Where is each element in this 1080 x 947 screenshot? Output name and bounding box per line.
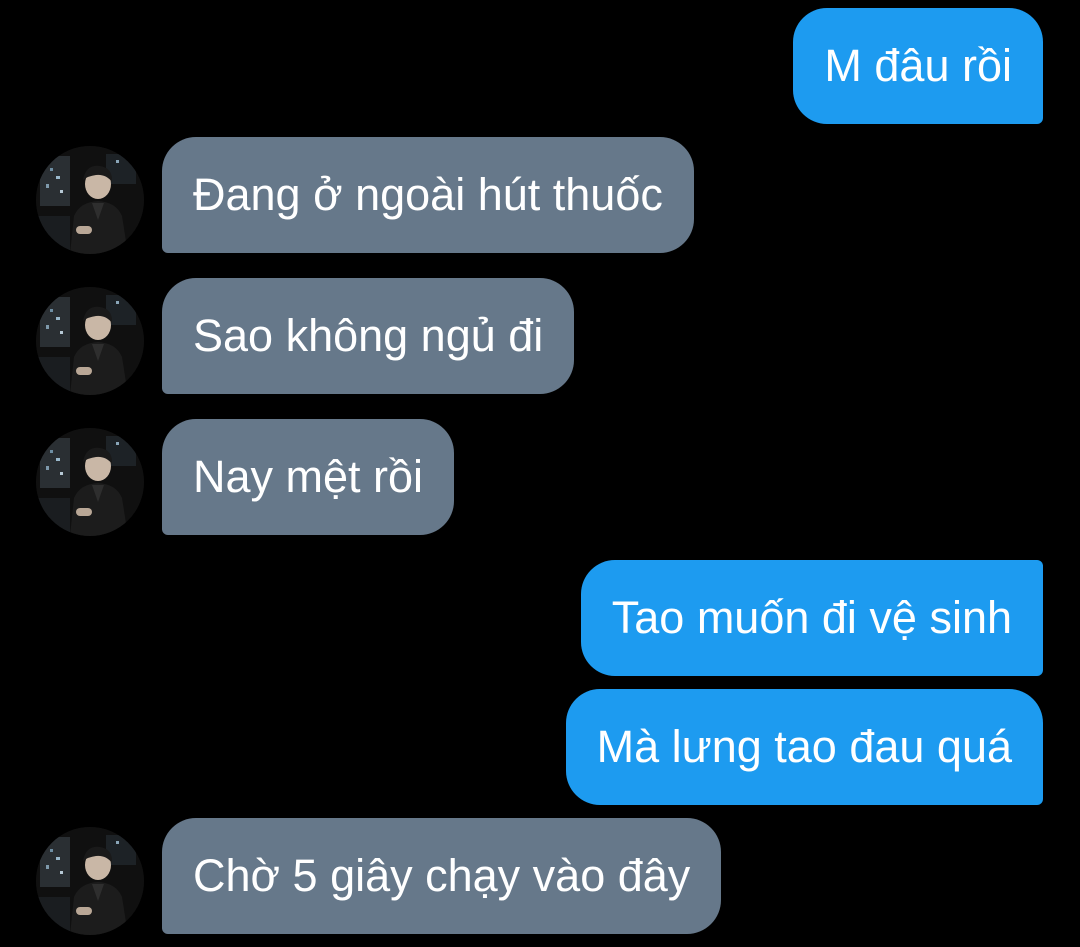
contact-avatar[interactable]	[36, 827, 144, 935]
incoming-message-bubble[interactable]: Chờ 5 giây chạy vào đây	[162, 818, 722, 934]
incoming-message-bubble[interactable]: Đang ở ngoài hút thuốc	[162, 137, 694, 253]
contact-avatar[interactable]	[36, 428, 144, 536]
contact-avatar-photo	[36, 287, 144, 395]
message-text: Mà lưng tao đau quá	[596, 721, 1012, 772]
contact-avatar[interactable]	[36, 287, 144, 395]
contact-avatar-photo	[36, 827, 144, 935]
message-text: M đâu rồi	[824, 40, 1012, 91]
incoming-message-bubble[interactable]: Sao không ngủ đi	[162, 278, 575, 394]
message-text: Đang ở ngoài hút thuốc	[193, 169, 663, 220]
contact-avatar-photo	[36, 428, 144, 536]
outgoing-message-bubble[interactable]: M đâu rồi	[793, 8, 1043, 124]
contact-avatar-photo	[36, 146, 144, 254]
contact-avatar[interactable]	[36, 146, 144, 254]
message-text: Tao muốn đi vệ sinh	[611, 592, 1012, 643]
message-text: Sao không ngủ đi	[193, 310, 544, 361]
outgoing-message-bubble[interactable]: Mà lưng tao đau quá	[565, 689, 1043, 805]
message-text: Nay mệt rồi	[193, 451, 424, 502]
incoming-message-bubble[interactable]: Nay mệt rồi	[162, 419, 455, 535]
outgoing-message-bubble[interactable]: Tao muốn đi vệ sinh	[580, 560, 1043, 676]
message-text: Chờ 5 giây chạy vào đây	[193, 850, 691, 901]
